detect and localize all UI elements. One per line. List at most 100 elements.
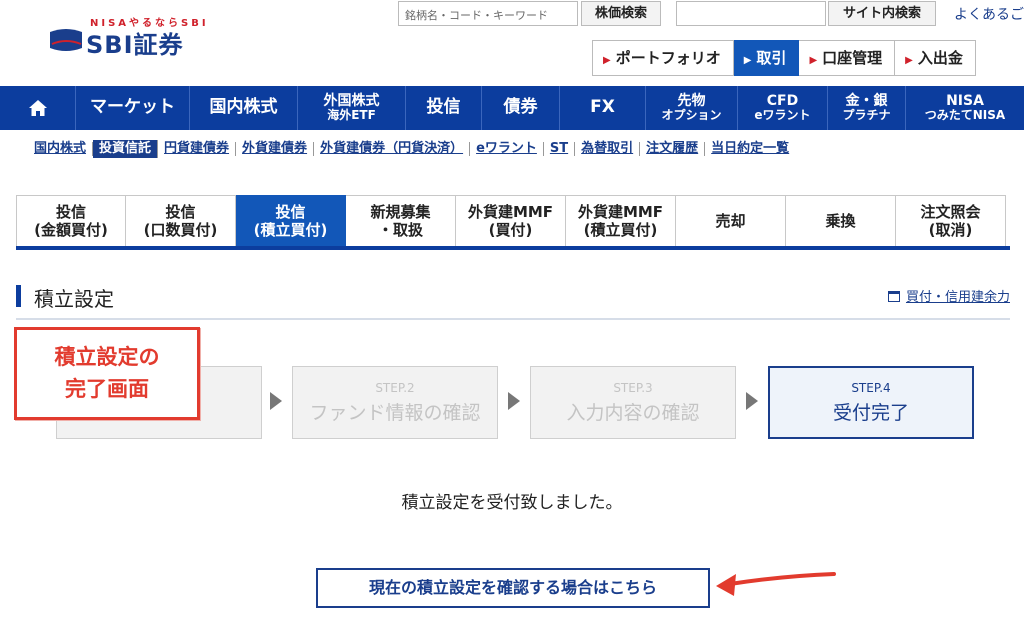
tab-sublabel: (取消) (928, 221, 973, 239)
title-accent-bar (16, 285, 21, 307)
annotation-callout: 積立設定の 完了画面 (14, 327, 200, 420)
global-nav-bonds[interactable]: 債券 (482, 86, 560, 130)
global-nav-market[interactable]: マーケット (76, 86, 190, 130)
quick-nav: ▶ ポートフォリオ ▶ 取引 ▶ 口座管理 ▶ 入出金 (592, 40, 976, 76)
global-nav-foreign-stock[interactable]: 外国株式 海外ETF (298, 86, 406, 130)
global-nav-gold[interactable]: 金・銀 プラチナ (828, 86, 906, 130)
global-nav-cfd[interactable]: CFD eワラント (738, 86, 828, 130)
sub-nav-order-history[interactable]: 注文履歴 (640, 142, 706, 156)
tab-label: 乗換 (825, 212, 856, 230)
global-nav-label: CFD (766, 93, 799, 110)
tab-label: 投信 (275, 203, 306, 221)
global-nav-sublabel: eワラント (754, 108, 811, 123)
page-title: 積立設定 (34, 287, 114, 311)
tab-label: 売却 (715, 212, 746, 230)
stock-search-input[interactable]: 銘柄名・コード・キーワード (398, 1, 578, 26)
tab-mmf-buy[interactable]: 外貨建MMF (買付) (456, 195, 566, 246)
caret-right-icon: ▶ (603, 55, 611, 66)
sub-nav-st[interactable]: ST (544, 142, 576, 156)
callout-line: 積立設定の (54, 345, 160, 369)
global-nav-label: 国内株式 (209, 97, 278, 118)
step-4-active: STEP.4 受付完了 (768, 366, 974, 439)
tab-switch[interactable]: 乗換 (786, 195, 896, 246)
tab-label: 外貨建MMF (467, 203, 554, 221)
global-nav-sublabel: オプション (661, 108, 722, 123)
sub-nav-ewarrant[interactable]: eワラント (470, 142, 544, 156)
quick-nav-account[interactable]: ▶ 口座管理 (799, 40, 896, 76)
global-nav-home[interactable] (0, 86, 76, 130)
step-number: STEP.2 (375, 380, 415, 395)
tab-unit-buy[interactable]: 投信 (口数買付) (126, 195, 236, 246)
global-nav-domestic-stock[interactable]: 国内株式 (190, 86, 298, 130)
quick-nav-portfolio[interactable]: ▶ ポートフォリオ (592, 40, 734, 76)
sub-nav-investment-trust[interactable]: 投資信託 (93, 140, 159, 158)
tab-sublabel: (積立買付) (253, 221, 328, 239)
quick-nav-deposit[interactable]: ▶ 入出金 (895, 40, 976, 76)
tab-label: 新規募集 (370, 203, 431, 221)
global-nav-label: FX (590, 97, 615, 118)
global-nav-sublabel: 海外ETF (327, 108, 376, 123)
global-nav-sublabel: プラチナ (842, 108, 891, 123)
sbi-logo[interactable]: NISAやるならSBI SBI証券 (48, 14, 206, 62)
site-search-button[interactable]: サイト内検索 (828, 1, 936, 26)
step-number: STEP.4 (851, 380, 891, 395)
home-icon (28, 100, 47, 116)
global-nav-label: マーケット (90, 97, 175, 118)
quick-nav-label: 入出金 (917, 49, 963, 67)
trade-tab-bar: 投信 (金額買付) 投信 (口数買付) 投信 (積立買付) 新規募集 ・取扱 外貨建MM… (16, 195, 1010, 250)
tab-sublabel: ・取扱 (377, 221, 423, 239)
global-nav-label: 金・銀 (845, 93, 888, 110)
stock-search-button[interactable]: 株価検索 (581, 1, 661, 26)
step-arrow-icon (746, 392, 758, 410)
tab-sublabel: (金額買付) (34, 221, 108, 239)
tab-label: 投信 (55, 203, 86, 221)
tab-amount-buy[interactable]: 投信 (金額買付) (16, 195, 126, 246)
global-nav-label: NISA (946, 93, 984, 110)
callout-line: 完了画面 (65, 376, 149, 401)
global-nav-nisa[interactable]: NISA つみたてNISA (906, 86, 1024, 130)
header: NISAやるならSBI SBI証券 銘柄名・コード・キーワード 株価検索 サイト… (0, 0, 1024, 84)
site-search-input[interactable] (676, 1, 826, 26)
page-title-bar: 積立設定 買付・信用建余力 (16, 280, 1010, 320)
global-nav-futures[interactable]: 先物 オプション (646, 86, 738, 130)
quick-nav-label: ポートフォリオ (615, 49, 721, 67)
faq-link[interactable]: よくあるご (954, 4, 1024, 24)
tab-recurring-buy[interactable]: 投信 (積立買付) (236, 195, 346, 246)
tab-mmf-recurring[interactable]: 外貨建MMF (積立買付) (566, 195, 676, 246)
sbi-logo-icon (50, 29, 82, 51)
global-nav: マーケット 国内株式 外国株式 海外ETF 投信 債券 FX 先物 オプション CF… (0, 86, 1024, 130)
global-nav-fx[interactable]: FX (560, 86, 646, 130)
global-nav-funds[interactable]: 投信 (406, 86, 482, 130)
tab-sublabel: (積立買付) (583, 221, 658, 239)
sub-nav-domestic-stock[interactable]: 国内株式 (28, 142, 94, 156)
step-2: STEP.2 ファンド情報の確認 (292, 366, 498, 439)
quick-nav-trade[interactable]: ▶ 取引 (733, 40, 800, 76)
step-label: 入力内容の確認 (566, 401, 700, 424)
view-recurring-settings-button[interactable]: 現在の積立設定を確認する場合はこちら (316, 568, 710, 608)
sub-nav-foreign-bonds-yen[interactable]: 外貨建債券（円貨決済） (314, 142, 471, 156)
tab-sell[interactable]: 売却 (676, 195, 786, 246)
sub-nav-yen-bonds[interactable]: 円貨建債券 (158, 142, 237, 156)
global-nav-label: 投信 (426, 97, 461, 118)
completion-message: 積立設定を受付致しました。 (401, 493, 623, 513)
tab-order-inquiry[interactable]: 注文照会 (取消) (896, 195, 1006, 246)
step-label: ファンド情報の確認 (309, 401, 481, 424)
tab-new-offering[interactable]: 新規募集 ・取扱 (346, 195, 456, 246)
sub-nav-executions-today[interactable]: 当日約定一覧 (705, 142, 795, 156)
caret-right-icon: ▶ (809, 55, 818, 66)
step-number: STEP.3 (613, 380, 653, 395)
sub-nav-fx-trade[interactable]: 為替取引 (575, 142, 641, 156)
quick-nav-label: 取引 (756, 49, 787, 67)
step-arrow-icon (270, 392, 282, 410)
sub-nav-foreign-bonds[interactable]: 外貨建債券 (236, 142, 315, 156)
logo-name: SBI証券 (86, 31, 184, 59)
step-3: STEP.3 入力内容の確認 (530, 366, 736, 439)
caret-right-icon: ▶ (905, 55, 913, 66)
tab-label: 外貨建MMF (577, 203, 664, 221)
tab-sublabel: (口数買付) (143, 221, 218, 239)
buying-power-link[interactable]: 買付・信用建余力 (887, 286, 1010, 305)
global-nav-label: 外国株式 (323, 93, 380, 110)
sub-nav: 国内株式 投資信託 円貨建債券 外貨建債券 外貨建債券（円貨決済） eワラント … (0, 138, 1024, 160)
new-window-icon (887, 291, 900, 302)
quick-nav-label: 口座管理 (822, 49, 883, 67)
